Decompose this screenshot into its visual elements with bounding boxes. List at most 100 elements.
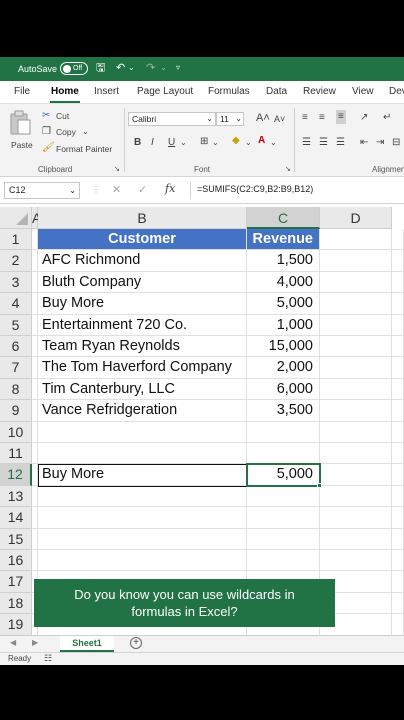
cell-b8[interactable]: Tim Canterbury, LLC	[38, 378, 247, 401]
prev-sheet-icon[interactable]: ◀	[10, 638, 16, 647]
row-header-16[interactable]: 16	[0, 550, 32, 572]
font-size-box[interactable]: 11 ⌄	[216, 112, 244, 126]
cell-e12[interactable]	[392, 464, 404, 486]
insert-function-icon[interactable]: fx	[165, 182, 175, 195]
fill-handle[interactable]	[317, 482, 322, 488]
column-header-d[interactable]: D	[320, 207, 392, 229]
top-align-icon[interactable]: ≡	[302, 112, 308, 124]
row-header-2[interactable]: 2	[0, 250, 32, 272]
borders-dropdown-icon[interactable]: ⌄	[212, 137, 219, 149]
cell-e11[interactable]	[392, 443, 404, 465]
row-header-18[interactable]: 18	[0, 592, 32, 615]
cell-c13[interactable]	[247, 485, 320, 508]
italic-button[interactable]: I	[151, 137, 154, 149]
redo-icon[interactable]: ↷	[146, 61, 155, 75]
cell-c8[interactable]: 6,000	[247, 378, 320, 401]
copy-icon[interactable]: ❐	[42, 126, 51, 138]
cell-d16[interactable]	[320, 550, 392, 572]
borders-icon[interactable]: ⊞	[200, 136, 208, 148]
cell-d5[interactable]	[320, 314, 392, 336]
cell-c14[interactable]	[247, 507, 320, 529]
cell-e7[interactable]	[392, 357, 404, 379]
align-right-icon[interactable]: ☰	[336, 137, 345, 149]
row-header-11[interactable]: 11	[0, 443, 32, 465]
cell-e17[interactable]	[392, 571, 404, 593]
cell-c6[interactable]: 15,000	[247, 336, 320, 358]
cell-d13[interactable]	[320, 485, 392, 508]
row-header-1[interactable]: 1	[0, 229, 32, 251]
bold-button[interactable]: B	[134, 137, 141, 149]
tab-home[interactable]: Home	[51, 86, 79, 97]
underline-dropdown-icon[interactable]: ⌄	[180, 137, 187, 149]
cell-e18[interactable]	[392, 592, 404, 615]
cell-e4[interactable]	[392, 293, 404, 315]
row-header-19[interactable]: 19	[0, 614, 32, 636]
formula-input[interactable]: =SUMIFS(C2:C9,B2:B9,B12)	[190, 182, 404, 199]
increase-indent-icon[interactable]: ⇥	[376, 137, 384, 149]
cell-b6[interactable]: Team Ryan Reynolds	[38, 336, 247, 358]
autosave-toggle[interactable]: Off	[60, 62, 88, 75]
cell-e13[interactable]	[392, 485, 404, 508]
cell-e14[interactable]	[392, 507, 404, 529]
cell-b4[interactable]: Buy More	[38, 293, 247, 315]
select-all-corner[interactable]	[0, 207, 32, 229]
cell-e16[interactable]	[392, 550, 404, 572]
cell-c1[interactable]: Revenue	[247, 229, 320, 251]
cell-b9[interactable]: Vance Refridgeration	[38, 400, 247, 422]
cell-d12[interactable]	[320, 464, 392, 486]
undo-icon[interactable]: ↶	[116, 61, 125, 75]
undo-dropdown-icon[interactable]: ⌄	[128, 61, 135, 75]
cell-b1[interactable]: Customer	[38, 229, 247, 251]
cell-c7[interactable]: 2,000	[247, 357, 320, 379]
sheet-tab-sheet1[interactable]: Sheet1	[60, 636, 114, 652]
redo-dropdown-icon[interactable]: ⌄	[160, 61, 167, 75]
cell-c11[interactable]	[247, 443, 320, 465]
cell-c10[interactable]	[247, 421, 320, 443]
decrease-font-icon[interactable]: A˅	[274, 113, 285, 125]
cell-d1[interactable]	[320, 229, 392, 251]
row-header-17[interactable]: 17	[0, 571, 32, 593]
middle-align-icon[interactable]: ≡	[319, 112, 325, 124]
row-header-7[interactable]: 7	[0, 357, 32, 379]
cell-b13[interactable]	[38, 485, 247, 508]
row-header-4[interactable]: 4	[0, 293, 32, 315]
cell-b15[interactable]	[38, 528, 247, 550]
cell-d2[interactable]	[320, 250, 392, 272]
align-center-icon[interactable]: ☰	[319, 137, 328, 149]
cell-c5[interactable]: 1,000	[247, 314, 320, 336]
paste-button[interactable]: Paste	[8, 110, 36, 156]
cell-d14[interactable]	[320, 507, 392, 529]
tab-view[interactable]: View	[352, 86, 374, 97]
cell-b3[interactable]: Bluth Company	[38, 271, 247, 294]
row-header-14[interactable]: 14	[0, 507, 32, 529]
add-sheet-icon[interactable]: +	[130, 637, 142, 649]
row-header-15[interactable]: 15	[0, 528, 32, 550]
column-header-c[interactable]: C	[247, 207, 320, 229]
orientation-icon[interactable]: ↗	[360, 112, 368, 124]
confirm-entry-icon[interactable]: ✓	[138, 183, 147, 196]
customize-toolbar-icon[interactable]: ▿	[176, 61, 180, 75]
name-box[interactable]: C12 ⌄	[4, 182, 80, 199]
cell-c16[interactable]	[247, 550, 320, 572]
row-header-5[interactable]: 5	[0, 314, 32, 336]
cell-e8[interactable]	[392, 378, 404, 401]
cell-b2[interactable]: AFC Richmond	[38, 250, 247, 272]
cell-c4[interactable]: 5,000	[247, 293, 320, 315]
cell-e10[interactable]	[392, 421, 404, 443]
row-header-6[interactable]: 6	[0, 336, 32, 358]
tab-formulas[interactable]: Formulas	[208, 86, 250, 97]
cell-d8[interactable]	[320, 378, 392, 401]
cancel-entry-icon[interactable]: ✕	[112, 183, 121, 196]
font-launcher-icon[interactable]: ↘	[285, 164, 291, 176]
copy-label[interactable]: Copy	[56, 127, 76, 137]
next-sheet-icon[interactable]: ▶	[32, 638, 38, 647]
cell-b10[interactable]	[38, 421, 247, 443]
cell-d6[interactable]	[320, 336, 392, 358]
cell-e3[interactable]	[392, 271, 404, 294]
cell-d11[interactable]	[320, 443, 392, 465]
cell-b14[interactable]	[38, 507, 247, 529]
save-icon[interactable]: 🖫	[96, 61, 105, 75]
row-header-10[interactable]: 10	[0, 421, 32, 443]
underline-button[interactable]: U	[168, 137, 175, 149]
cell-d7[interactable]	[320, 357, 392, 379]
